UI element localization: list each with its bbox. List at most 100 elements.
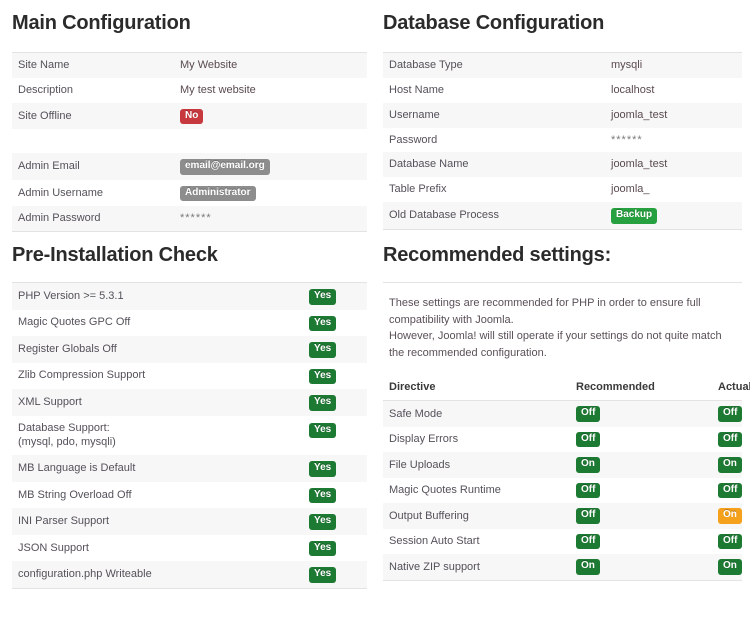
- row-label: Admin Email: [12, 153, 174, 180]
- column-header-recommended: Recommended: [570, 377, 712, 401]
- table-row: INI Parser Support Yes: [12, 508, 367, 535]
- table-row: Table Prefix joomla_: [383, 177, 742, 202]
- directives-body: Safe Mode Off Off Display Errors Off: [383, 401, 742, 581]
- check-label: XML Support: [12, 389, 303, 416]
- check-value: Yes: [303, 336, 367, 363]
- top-section-row: Main Configuration Site Name My Website …: [0, 0, 750, 232]
- check-label: INI Parser Support: [12, 508, 303, 535]
- database-configuration-title: Database Configuration: [383, 12, 742, 34]
- main-configuration-body: Site Name My Website Description My test…: [12, 53, 367, 232]
- status-badge: On: [576, 559, 600, 575]
- table-row: Database Type mysqli: [383, 53, 742, 78]
- check-label: PHP Version >= 5.3.1: [12, 283, 303, 310]
- table-row: Old Database Process Backup: [383, 202, 742, 229]
- check-value: Yes: [303, 416, 367, 456]
- installation-summary-page: Main Configuration Site Name My Website …: [0, 0, 750, 624]
- status-badge: On: [576, 457, 600, 473]
- recommended-settings-note: These settings are recommended for PHP i…: [389, 295, 729, 361]
- directives-header-row: Directive Recommended Actual: [383, 377, 742, 401]
- recommended-settings-divider: [383, 282, 742, 283]
- status-badge: Off: [576, 483, 600, 499]
- table-row: JSON Support Yes: [12, 535, 367, 562]
- column-header-actual: Actual: [712, 377, 742, 401]
- old-database-process-badge: Backup: [611, 208, 657, 224]
- pre-installation-check-title: Pre-Installation Check: [12, 244, 367, 266]
- status-badge: Yes: [309, 567, 336, 583]
- check-label: Magic Quotes GPC Off: [12, 310, 303, 337]
- check-value: Yes: [303, 283, 367, 310]
- check-label-sub: (mysql, pdo, mysqli): [18, 435, 297, 450]
- status-badge: Yes: [309, 289, 336, 305]
- check-label: configuration.php Writeable: [12, 561, 303, 588]
- check-label: Zlib Compression Support: [12, 363, 303, 390]
- check-value: Yes: [303, 535, 367, 562]
- row-label: Table Prefix: [383, 177, 605, 202]
- status-badge: Off: [576, 534, 600, 550]
- row-label: Old Database Process: [383, 202, 605, 229]
- status-badge: Yes: [309, 514, 336, 530]
- check-value: Yes: [303, 508, 367, 535]
- status-badge: On: [718, 457, 742, 473]
- table-row: PHP Version >= 5.3.1 Yes: [12, 283, 367, 310]
- status-badge: Off: [576, 406, 600, 422]
- spacer-cell: [174, 129, 367, 153]
- database-configuration-table: Database Type mysqli Host Name localhost…: [383, 52, 742, 230]
- status-badge: Yes: [309, 395, 336, 411]
- directive-actual: On: [712, 503, 742, 529]
- table-row: Username joomla_test: [383, 103, 742, 128]
- directive-name: Output Buffering: [383, 503, 570, 529]
- table-row: Display Errors Off Off: [383, 427, 742, 453]
- row-label: Database Type: [383, 53, 605, 78]
- table-row: Admin Password ******: [12, 206, 367, 231]
- database-configuration-body: Database Type mysqli Host Name localhost…: [383, 53, 742, 230]
- directive-name: Safe Mode: [383, 401, 570, 427]
- check-label: JSON Support: [12, 535, 303, 562]
- table-row: Native ZIP support On On: [383, 554, 742, 580]
- check-label: MB String Overload Off: [12, 482, 303, 509]
- directive-recommended: Off: [570, 503, 712, 529]
- status-badge: Yes: [309, 488, 336, 504]
- check-value: Yes: [303, 363, 367, 390]
- row-label: Host Name: [383, 78, 605, 103]
- status-badge: On: [718, 559, 742, 575]
- row-label: Admin Password: [12, 206, 174, 231]
- directive-actual: Off: [712, 401, 742, 427]
- status-badge: Yes: [309, 369, 336, 385]
- status-badge: Off: [718, 432, 742, 448]
- table-row: XML Support Yes: [12, 389, 367, 416]
- directive-actual: On: [712, 554, 742, 580]
- table-row: Zlib Compression Support Yes: [12, 363, 367, 390]
- row-value: No: [174, 103, 367, 130]
- table-row: Password ******: [383, 128, 742, 153]
- note-line-2: However, Joomla! will still operate if y…: [389, 330, 722, 359]
- table-row: Register Globals Off Yes: [12, 336, 367, 363]
- row-value: My Website: [174, 53, 367, 78]
- directive-recommended: On: [570, 452, 712, 478]
- row-value: localhost: [605, 78, 742, 103]
- status-badge: Yes: [309, 423, 336, 439]
- check-value: Yes: [303, 482, 367, 509]
- directive-recommended: Off: [570, 529, 712, 555]
- directive-name: Magic Quotes Runtime: [383, 478, 570, 504]
- table-row-spacer: [12, 129, 367, 153]
- status-badge: Yes: [309, 342, 336, 358]
- status-badge: Off: [718, 406, 742, 422]
- table-row: Description My test website: [12, 78, 367, 103]
- row-value: ******: [605, 128, 742, 153]
- directive-name: File Uploads: [383, 452, 570, 478]
- row-value: Administrator: [174, 180, 367, 207]
- check-value: Yes: [303, 389, 367, 416]
- row-label: Password: [383, 128, 605, 153]
- main-configuration-title: Main Configuration: [12, 12, 367, 34]
- status-badge: Off: [718, 483, 742, 499]
- table-row: Host Name localhost: [383, 78, 742, 103]
- table-row: configuration.php Writeable Yes: [12, 561, 367, 588]
- note-line-1: These settings are recommended for PHP i…: [389, 297, 701, 326]
- table-row: MB Language is Default Yes: [12, 455, 367, 482]
- row-label: Admin Username: [12, 180, 174, 207]
- pre-installation-check-body: PHP Version >= 5.3.1 Yes Magic Quotes GP…: [12, 283, 367, 589]
- table-row: Magic Quotes GPC Off Yes: [12, 310, 367, 337]
- status-badge: Yes: [309, 461, 336, 477]
- row-value: email@email.org: [174, 153, 367, 180]
- table-row: MB String Overload Off Yes: [12, 482, 367, 509]
